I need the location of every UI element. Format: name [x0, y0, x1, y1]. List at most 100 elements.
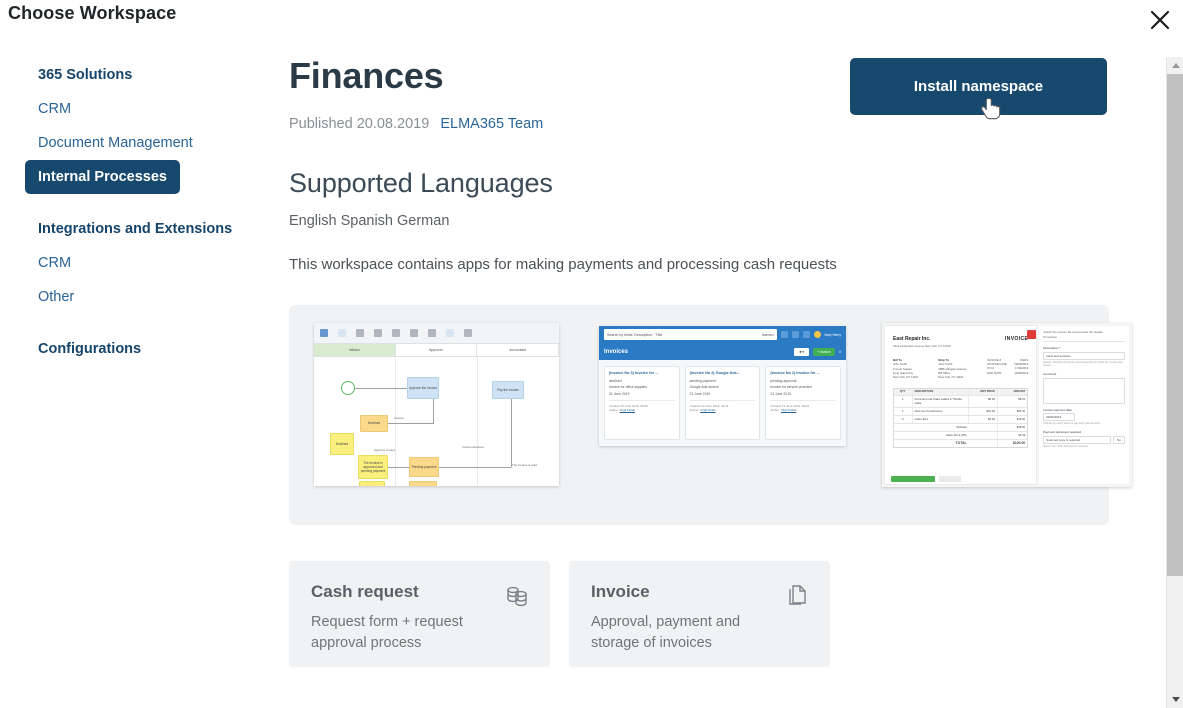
bpmn-node-declined-task: Declined	[360, 414, 388, 432]
bpmn-connector	[439, 466, 511, 468]
app-list-title: Invoices	[604, 348, 629, 355]
publication-meta: Published 20.08.2019 ELMA365 Team	[289, 116, 543, 132]
view-mode-select: ■ ▾	[794, 347, 810, 356]
cell-qty: 1	[894, 395, 913, 407]
invoice-card-status: declined	[609, 378, 622, 383]
app-card-title: Invoice	[591, 581, 650, 601]
invoices-list-screenshot[interactable]: Search by fields 'Description', 'Title' …	[599, 325, 846, 446]
invoice-field-value: 10/08/2019	[1014, 370, 1029, 375]
author-value: Virgil Fields	[780, 407, 797, 412]
workspace-detail-panel: Finances Published 20.08.2019 ELMA365 Te…	[289, 42, 1153, 708]
sidebar-item-other[interactable]: Other	[0, 280, 289, 314]
bpmn-edge-label-invoice: Invoice	[394, 415, 404, 420]
app-subheader-actions: ■ ▾ + Invoice 0	[794, 347, 841, 356]
sidebar-item-crm[interactable]: CRM	[0, 92, 289, 126]
redo-icon	[428, 328, 436, 337]
invoice-card-title: (Invoice No 2) Google Ads...	[689, 370, 740, 375]
notifications-icon	[802, 331, 810, 339]
scroll-up-button[interactable]	[1167, 57, 1183, 74]
tasks-icon	[791, 331, 799, 339]
invoice-form-panel: Attach the invoice file and provide the …	[1039, 325, 1129, 484]
invoice-card-subject: Invoice for service provided	[770, 385, 812, 390]
sidebar-item-internal-processes[interactable]: Internal Processes	[25, 160, 180, 194]
edit-icon	[446, 328, 454, 337]
total-label: TOTAL	[955, 441, 967, 446]
scroll-down-button[interactable]	[1167, 691, 1183, 708]
total-value: $120.00	[1012, 441, 1026, 446]
form-label-payment-doc: Payment document required	[1043, 430, 1081, 435]
divider	[689, 399, 756, 401]
form-input-payment-date: 09/26/2019	[1043, 413, 1076, 422]
avatar	[813, 331, 821, 339]
workspace-sidebar: 365 Solutions CRM Document Management In…	[0, 42, 289, 708]
invoice-card-author: Author: Virgil Fields	[690, 408, 756, 412]
dialog-body: 365 Solutions CRM Document Management In…	[0, 42, 1153, 708]
invoice-card-subject: Google Ads invoice	[689, 385, 719, 390]
table-header-row: QTY DESCRIPTION UNIT PRICE AMOUNT	[894, 388, 1028, 396]
app-card-cash-request[interactable]: Cash request Request form + request appr…	[289, 560, 550, 667]
save-icon	[338, 328, 346, 337]
bpmn-start-event	[341, 380, 355, 395]
app-top-bar: Search by fields 'Description', 'Title' …	[599, 325, 846, 344]
invoice-company-address: 1912 Amsterdam Avenue New York, NY 12210	[893, 343, 951, 348]
cell-amount: $25.00	[1016, 409, 1026, 414]
invoice-card: (Invoice No 2) Google Ads... pending pay…	[684, 365, 761, 440]
bpmn-node-pay-the-invoice: Pay the invoice	[492, 380, 524, 399]
add-invoice-button: + Invoice	[813, 347, 835, 356]
cell-amount: $8.00	[1018, 397, 1026, 402]
install-namespace-button[interactable]: Install namespace	[850, 58, 1107, 115]
column-header-description: DESCRIPTION	[913, 388, 969, 395]
author-link[interactable]: ELMA365 Team	[440, 116, 543, 132]
supported-languages-list: English Spanish German	[289, 212, 450, 229]
calendar-icon	[780, 331, 788, 339]
cell-description: Labor 3hrs	[913, 415, 969, 423]
form-toggle-payment-doc: No	[1113, 435, 1125, 444]
invoice-card: (Invoice No 3) Invoice for ... declined …	[604, 365, 680, 440]
invoice-card-status: pending payment	[689, 378, 716, 383]
subtotal-value: $48.00	[1016, 425, 1026, 430]
coins-icon	[504, 583, 530, 614]
app-card-invoice[interactable]: Invoice Approval, payment and storage of…	[569, 560, 830, 667]
nav-group-title-configurations: Configurations	[38, 341, 142, 357]
sidebar-item-document-management[interactable]: Document Management	[0, 126, 289, 160]
bpmn-edge-label-approve-invoice: Approve invoice	[374, 447, 396, 452]
form-label-description: Description *	[1043, 346, 1061, 351]
app-search-placeholder: Search by fields 'Description', 'Title'	[607, 332, 663, 337]
cell-unit-price: $8.00	[969, 395, 998, 407]
vertical-scrollbar[interactable]	[1166, 57, 1183, 708]
bpmn-edge-label-invoice-paid: The invoice is paid	[512, 462, 537, 467]
bpmn-toolbar	[314, 322, 559, 344]
pen-icon	[320, 328, 328, 337]
primary-action-button	[891, 475, 935, 482]
supported-languages-heading: Supported Languages	[289, 167, 553, 198]
close-dialog-button[interactable]	[1145, 5, 1175, 35]
check-icon	[356, 328, 364, 337]
invoice-card-list: (Invoice No 3) Invoice for ... declined …	[599, 359, 846, 446]
cell-qty: 3	[894, 415, 913, 423]
sidebar-item-integrations-crm[interactable]: CRM	[0, 246, 289, 280]
invoice-document-form-screenshot[interactable]: East Repair Inc. INVOICE 1912 Amsterdam …	[882, 322, 1132, 487]
form-textarea-comment	[1043, 377, 1125, 404]
author-label: Author:	[770, 407, 781, 412]
author-value: Virgil Fields	[619, 407, 635, 412]
form-row-payment-doc: Scanned copy is required No	[1043, 435, 1125, 445]
app-list-count: 0	[838, 349, 841, 355]
subtotal-label: Subtotal	[956, 425, 967, 430]
form-input-payment-doc: Scanned copy is required	[1043, 435, 1111, 444]
spacer	[969, 423, 998, 431]
page-title: Finances	[289, 55, 444, 96]
column-header-unit-price: UNIT PRICE	[969, 388, 998, 395]
table-row: 3 Labor 3hrs $5.00 $15.00	[894, 415, 1028, 424]
bpmn-process-designer-screenshot[interactable]: Initiator Approver Accountant Approve th…	[314, 322, 559, 486]
invoice-card-author: Author: Virgil Fields	[770, 408, 836, 412]
author-value: Virgil Fields	[700, 407, 716, 412]
cell-amount: $15.00	[1016, 417, 1026, 422]
bpmn-node-declined: Declined	[330, 432, 354, 455]
scrollbar-thumb[interactable]	[1167, 74, 1183, 576]
ship-to-label: Ship To	[938, 357, 950, 362]
chevron-down-icon	[1171, 697, 1180, 702]
invoice-doc-type: INVOICE	[1004, 335, 1029, 342]
